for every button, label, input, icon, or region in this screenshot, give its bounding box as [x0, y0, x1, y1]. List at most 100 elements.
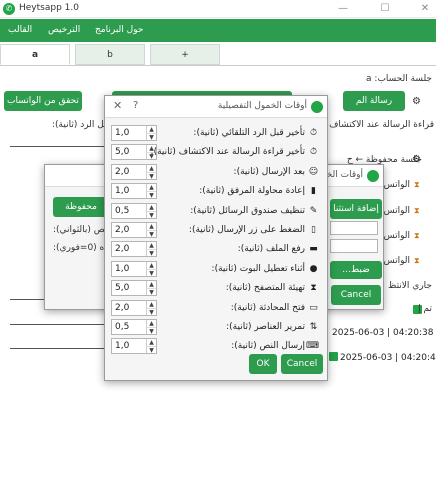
idle-setting-row: 2,0 ▲ ▼ ▬ رفع الملف (ثانية):: [111, 241, 319, 259]
send-message-button[interactable]: رسالة الم: [343, 91, 405, 111]
spin-up-icon[interactable]: ▲: [146, 203, 156, 211]
chat-icon: ▭: [309, 302, 318, 313]
delay-spinbox[interactable]: 1,0 ▲ ▼: [111, 260, 157, 277]
setting-label: ☺بعد الإرسال (ثانية):: [234, 167, 319, 177]
folder-icon: ▬: [309, 244, 318, 255]
delay-spinbox[interactable]: 1,0 ▲ ▼: [111, 338, 157, 355]
delay-spinbox[interactable]: 2,0 ▲ ▼: [111, 299, 157, 316]
setting-label: ● أثناء تعطيل البوت (ثانية):: [212, 264, 319, 274]
setting-label: ▬ رفع الملف (ثانية):: [238, 244, 319, 254]
hourglass-icon: ⧗: [414, 180, 420, 189]
hourglass-icon: ⧗: [414, 231, 420, 240]
delay-value: 1,0: [115, 128, 130, 138]
help-button[interactable]: ?: [133, 100, 138, 111]
tab-add[interactable]: +: [150, 44, 220, 65]
whatsapp-row-label: الواتس: [383, 206, 410, 216]
menu-template[interactable]: القالب: [8, 25, 32, 35]
spin-down-icon[interactable]: ▼: [146, 268, 156, 277]
spin-up-icon[interactable]: ▲: [146, 242, 156, 250]
idle-setting-row: 5,0 ▲ ▼ ⧗ تهيئة المتصفح (ثانية):: [111, 280, 319, 298]
delay-value: 5,0: [115, 147, 130, 158]
delay-spinbox[interactable]: 1,0 ▲ ▼: [111, 183, 157, 200]
setting-label: ⇅ تمرير العناصر (ثانية):: [226, 322, 319, 332]
menu-license[interactable]: الترخيص: [48, 25, 80, 35]
menu-bar: القالب الترخيص حول البرنامج: [0, 19, 436, 42]
smile-icon: ☺: [308, 166, 319, 177]
setting-label: ⌨إرسال النص (ثانية):: [231, 341, 319, 351]
spin-down-icon[interactable]: ▼: [146, 230, 156, 238]
field-label: ه (0=فوري):: [53, 243, 105, 253]
read-receipt-label: قراءة الرسالة عند الاكتشاف: [329, 120, 434, 130]
spin-down-icon[interactable]: ▼: [146, 133, 156, 141]
saved-button[interactable]: محفوظة: [53, 197, 109, 217]
delay-spinbox[interactable]: 1,0 ▲ ▼: [111, 125, 157, 141]
cancel-button[interactable]: Cancel: [331, 285, 381, 305]
delay-value: 5,0: [115, 283, 130, 294]
close-button[interactable]: ✕: [113, 99, 122, 112]
stopwatch-icon: ⏱: [309, 128, 318, 138]
spin-down-icon[interactable]: ▼: [146, 307, 156, 316]
spin-up-icon[interactable]: ▲: [146, 223, 156, 230]
setting-label-text: بعد الإرسال (ثانية):: [233, 166, 305, 177]
idle-setting-row: 0,5 ▲ ▼ ⇅ تمرير العناصر (ثانية):: [111, 319, 319, 337]
delay-value: 1,0: [115, 341, 130, 352]
scroll-icon: ⇅: [309, 322, 318, 332]
session-label: جلسة الحساب: a: [366, 74, 432, 84]
delay-spinbox[interactable]: 0,5 ▲ ▼: [111, 319, 157, 335]
delay-spinbox[interactable]: 2,0 ▲ ▼: [111, 163, 157, 180]
checkbox-icon[interactable]: [329, 352, 338, 361]
ok-button[interactable]: OK: [249, 354, 277, 374]
delay-spinbox[interactable]: 2,0 ▲ ▼: [111, 241, 157, 258]
minimize-button[interactable]: —: [336, 2, 350, 16]
spin-up-icon[interactable]: ▲: [146, 126, 156, 133]
title-bar: ✆ Heytsapp 1.0 — ☐ ✕: [0, 0, 436, 18]
cancel-button[interactable]: Cancel: [281, 354, 323, 374]
close-button[interactable]: ✕: [418, 2, 432, 16]
setting-label: ⏱ تأخير قبل الرد التلقائي (ثانية):: [193, 128, 319, 138]
input-field[interactable]: [330, 239, 378, 253]
spin-down-icon[interactable]: ▼: [146, 327, 156, 335]
whatsapp-row-label: الواتس: [383, 231, 410, 241]
idle-setting-row: 1,0 ▲ ▼ ⏱ تأخير قبل الرد التلقائي (ثانية):: [111, 125, 319, 143]
spin-up-icon[interactable]: ▲: [146, 281, 156, 289]
delay-spinbox[interactable]: 2,0 ▲ ▼: [111, 222, 157, 238]
log-time: 2025-06-03 | 04:20:44: [340, 353, 436, 363]
add-exception-button[interactable]: إضافة استثنا: [330, 199, 382, 219]
spin-down-icon[interactable]: ▼: [146, 346, 156, 354]
delay-spinbox[interactable]: 5,0 ▲ ▼: [111, 280, 157, 297]
setting-label: ▭ فتح المحادثة (ثانية):: [231, 303, 319, 313]
idle-setting-row: 5,0 ▲ ▼ ⏱تأخير قراءة الرسالة عند الاكتشاف (…: [111, 144, 319, 162]
adjust-button[interactable]: ...ضبط: [330, 261, 382, 279]
tab-b[interactable]: b: [75, 44, 145, 65]
hourglass-icon: ⧗: [414, 256, 420, 265]
spin-down-icon[interactable]: ▼: [146, 288, 156, 296]
session-tabs: a b +: [0, 44, 436, 66]
setting-label: ▯ الضغط على زر الإرسال (ثانية):: [189, 225, 319, 235]
settings-gear-icon[interactable]: ⚙: [412, 96, 421, 107]
spin-up-icon[interactable]: ▲: [146, 164, 156, 172]
idle-setting-row: 0,5 ▲ ▼ ✎ تنظيف صندوق الرسائل (ثانية):: [111, 202, 319, 221]
tab-a[interactable]: a: [0, 44, 70, 65]
menu-about[interactable]: حول البرنامج: [95, 25, 143, 35]
input-field[interactable]: [330, 221, 378, 235]
spin-down-icon[interactable]: ▼: [146, 191, 156, 199]
delay-spinbox[interactable]: 0,5 ▲ ▼: [111, 202, 157, 219]
check-whatsapp-button[interactable]: تحقق من الواتساب: [4, 91, 82, 111]
spin-up-icon[interactable]: ▲: [146, 261, 156, 269]
maximize-button[interactable]: ☐: [378, 2, 392, 16]
setting-label-text: رفع الملف (ثانية):: [237, 244, 305, 255]
setting-label-text: أثناء تعطيل البوت (ثانية):: [211, 263, 305, 274]
setting-label-text: تنظيف صندوق الرسائل (ثانية):: [190, 205, 305, 216]
spin-down-icon[interactable]: ▼: [146, 210, 156, 219]
spin-up-icon[interactable]: ▲: [146, 300, 156, 308]
log-text: تم إ: [418, 304, 432, 314]
spin-up-icon[interactable]: ▲: [146, 184, 156, 192]
spin-down-icon[interactable]: ▼: [146, 171, 156, 180]
setting-label: ✎ تنظيف صندوق الرسائل (ثانية):: [190, 206, 319, 216]
spin-down-icon[interactable]: ▼: [146, 249, 156, 257]
detailed-idle-times-dialog: أوقات الخمول التفصيلية ? ✕ 1,0 ▲ ▼ ⏱تأخير ق…: [104, 95, 328, 381]
gear-icon[interactable]: ⚙: [412, 154, 421, 165]
spin-up-icon[interactable]: ▲: [146, 339, 156, 347]
spin-up-icon[interactable]: ▲: [146, 320, 156, 327]
hourglass-icon: ⧗: [414, 206, 420, 215]
